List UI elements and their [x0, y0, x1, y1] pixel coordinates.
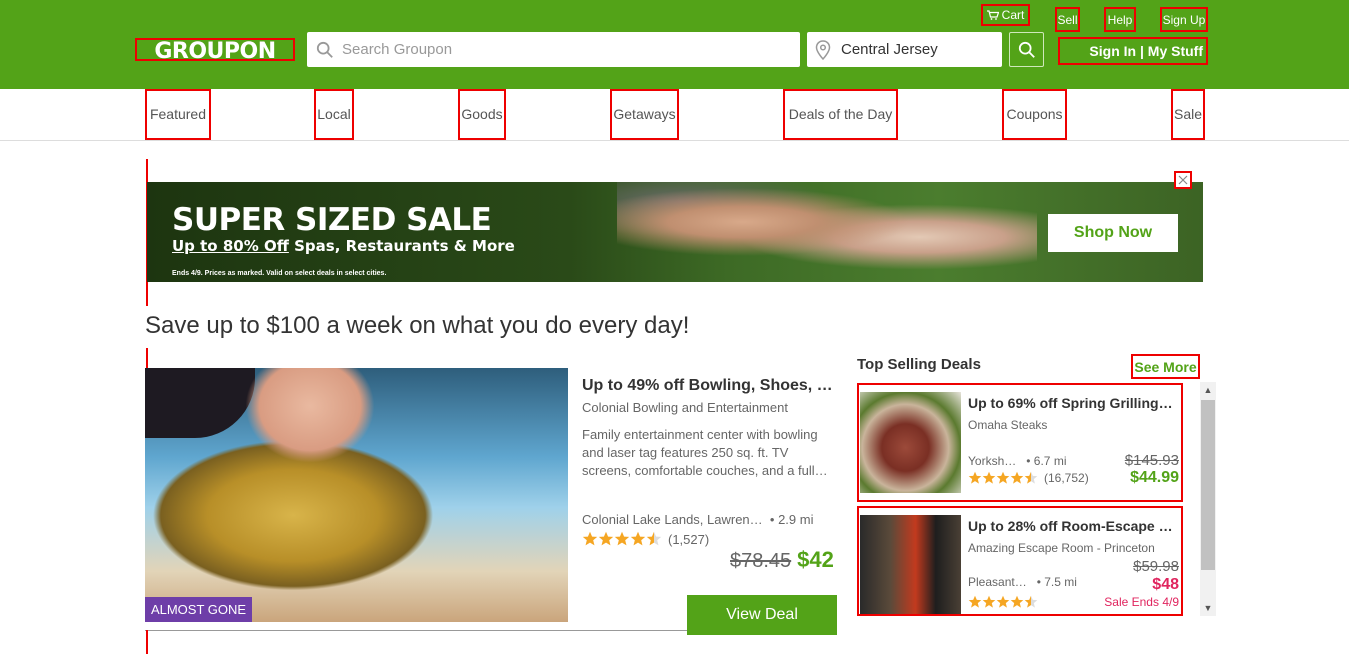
- star-icon: [982, 595, 996, 608]
- search-placeholder: Search Groupon: [342, 41, 453, 58]
- star-rating: [968, 471, 1038, 485]
- deal-thumbnail: [860, 392, 961, 493]
- top-deal-card[interactable]: Up to 69% off Spring Grilling Favorites …: [857, 383, 1183, 502]
- deal-merchant: Omaha Steaks: [968, 418, 1048, 432]
- scroll-up-icon[interactable]: ▲: [1203, 385, 1213, 395]
- banner-photo: [617, 182, 1037, 282]
- deal-photo-hand: [245, 368, 375, 463]
- featured-deal-price: $78.45 $42: [730, 547, 834, 573]
- deal-marker: [146, 348, 148, 368]
- star-icon: [614, 531, 630, 546]
- original-price: $145.93: [1124, 452, 1179, 469]
- banner-subheadline: Up to 80% Off Spas, Restaurants & More: [172, 237, 515, 255]
- star-icon: [1010, 595, 1024, 608]
- search-icon: [316, 41, 333, 58]
- groupon-logo[interactable]: GROUPON: [135, 38, 295, 62]
- featured-deal-title[interactable]: Up to 49% off Bowling, Shoes, and More: [582, 377, 838, 395]
- sale-price: $48: [1152, 576, 1179, 593]
- divider: [145, 630, 687, 631]
- bottom-marker: [146, 630, 148, 654]
- nav-local[interactable]: Local: [314, 89, 354, 140]
- sale-ends-label: Sale Ends 4/9: [1104, 595, 1179, 609]
- deal-rating: [968, 595, 1044, 609]
- star-icon: [582, 531, 598, 546]
- scrollbar-thumb[interactable]: [1201, 400, 1215, 570]
- star-icon: [1024, 471, 1038, 484]
- deal-location: Pleasant… • 7.5 mi: [968, 575, 1077, 589]
- featured-deal-image[interactable]: [145, 368, 568, 622]
- signin-link[interactable]: Sign In | My Stuff: [1058, 37, 1208, 65]
- nav-deals-of-the-day[interactable]: Deals of the Day: [783, 89, 898, 140]
- location-value: Central Jersey: [841, 41, 938, 58]
- featured-deal-merchant: Colonial Bowling and Entertainment: [582, 400, 788, 415]
- nav-coupons[interactable]: Coupons: [1002, 89, 1067, 140]
- see-more-link[interactable]: See More: [1131, 354, 1200, 379]
- view-deal-button[interactable]: View Deal: [687, 595, 837, 635]
- star-icon: [1024, 595, 1038, 608]
- star-icon: [968, 595, 982, 608]
- original-price: $59.98: [1133, 558, 1179, 575]
- nav-featured[interactable]: Featured: [145, 89, 211, 140]
- star-rating: [582, 531, 662, 547]
- deal-location: Yorksh… • 6.7 mi: [968, 454, 1067, 468]
- star-rating: [968, 595, 1038, 609]
- deal-thumbnail: [860, 515, 961, 614]
- category-nav: Featured Local Goods Getaways Deals of t…: [0, 89, 1349, 141]
- nav-getaways[interactable]: Getaways: [610, 89, 679, 140]
- nav-sale[interactable]: Sale: [1171, 89, 1205, 140]
- deal-photo-sleeve: [145, 368, 255, 438]
- sale-price: $42: [797, 547, 834, 572]
- star-icon: [646, 531, 662, 546]
- search-input[interactable]: Search Groupon: [307, 32, 800, 67]
- map-pin-icon: [815, 39, 831, 60]
- deal-rating: (16,752): [968, 471, 1089, 485]
- scroll-down-icon[interactable]: ▼: [1203, 603, 1213, 613]
- cart-icon: [986, 10, 999, 20]
- banner-fine-print: Ends 4/9. Prices as marked. Valid on sel…: [172, 270, 387, 277]
- star-icon: [982, 471, 996, 484]
- featured-deal-location: Colonial Lake Lands, Lawren… • 2.9 mi: [582, 512, 814, 527]
- deal-title: Up to 69% off Spring Grilling Favorites: [968, 395, 1173, 411]
- original-price: $78.45: [730, 550, 792, 572]
- top-deal-card[interactable]: Up to 28% off Room-Escape Game Amazing E…: [857, 506, 1183, 616]
- site-header: GROUPON Search Groupon Central Jersey Ca…: [0, 0, 1349, 89]
- star-icon: [630, 531, 646, 546]
- banner-headline: SUPER SIZED SALE: [172, 202, 492, 238]
- almost-gone-badge: ALMOST GONE: [145, 597, 252, 622]
- help-link[interactable]: Help: [1104, 7, 1136, 32]
- close-icon: [1178, 175, 1188, 185]
- star-icon: [996, 595, 1010, 608]
- sale-banner[interactable]: SUPER SIZED SALE Up to 80% Off Spas, Res…: [147, 182, 1203, 282]
- search-icon: [1018, 41, 1035, 58]
- featured-deal-rating: (1,527): [582, 531, 709, 547]
- deal-title: Up to 28% off Room-Escape Game: [968, 518, 1173, 534]
- sale-price: $44.99: [1130, 469, 1179, 486]
- featured-deal-description: Family entertainment center with bowling…: [582, 427, 828, 478]
- nav-goods[interactable]: Goods: [458, 89, 506, 140]
- signup-link[interactable]: Sign Up: [1160, 7, 1208, 32]
- star-icon: [598, 531, 614, 546]
- page-tagline: Save up to $100 a week on what you do ev…: [145, 312, 690, 339]
- deals-scrollbar[interactable]: ▲ ▼: [1200, 382, 1216, 616]
- shop-now-button[interactable]: Shop Now: [1048, 214, 1178, 252]
- cart-link[interactable]: Cart: [981, 4, 1030, 26]
- search-button[interactable]: [1009, 32, 1044, 67]
- sell-link[interactable]: Sell: [1055, 7, 1080, 32]
- top-selling-heading: Top Selling Deals: [857, 356, 981, 373]
- star-icon: [996, 471, 1010, 484]
- deal-merchant: Amazing Escape Room - Princeton: [968, 541, 1155, 555]
- star-icon: [1010, 471, 1024, 484]
- close-banner-button[interactable]: [1174, 171, 1192, 189]
- star-icon: [968, 471, 982, 484]
- location-input[interactable]: Central Jersey: [807, 32, 1002, 67]
